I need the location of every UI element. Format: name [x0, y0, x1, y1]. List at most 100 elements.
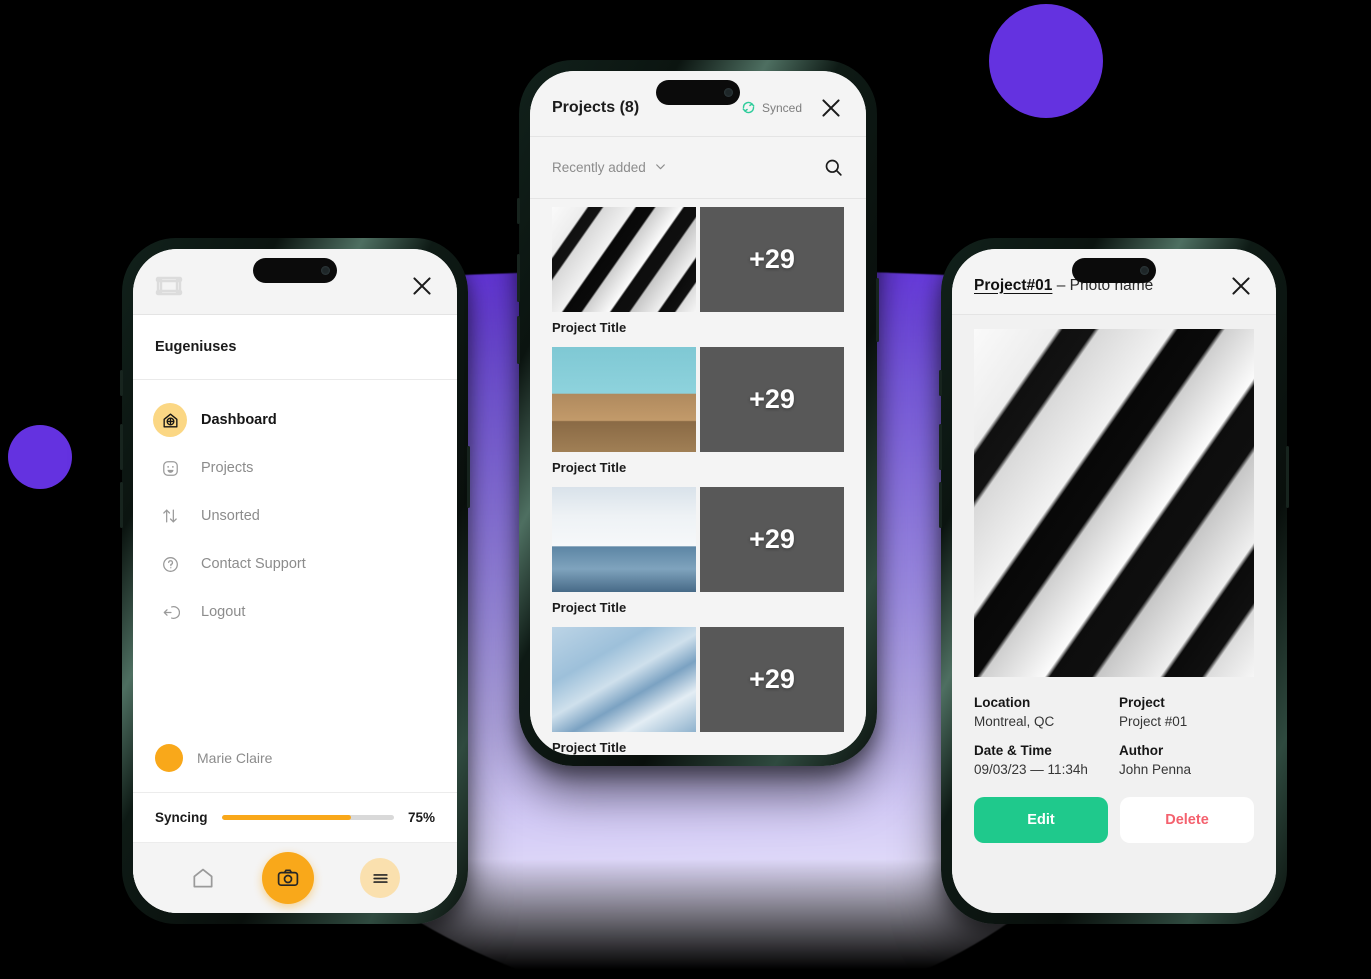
sidebar-item-label: Dashboard: [201, 412, 277, 428]
dynamic-island: [1072, 258, 1156, 283]
phone-power-button[interactable]: [1286, 446, 1289, 508]
sidebar-item-label: Projects: [201, 460, 254, 476]
sort-arrows-icon: [155, 501, 185, 531]
delete-button[interactable]: Delete: [1120, 797, 1254, 843]
phone-volume-up[interactable]: [939, 424, 942, 470]
project-overflow-count[interactable]: +29: [700, 347, 844, 452]
sort-dropdown[interactable]: Recently added: [552, 160, 667, 176]
metadata-value: Project #01: [1119, 714, 1188, 729]
phone-volume-down[interactable]: [939, 482, 942, 528]
home-icon[interactable]: [190, 865, 216, 891]
search-icon[interactable]: [823, 157, 844, 178]
phone-volume-up[interactable]: [120, 424, 123, 470]
filter-bar: Recently added: [530, 137, 866, 199]
chevron-down-icon: [654, 160, 667, 176]
phone-mute-switch[interactable]: [939, 370, 942, 396]
metadata-cell: Author John Penna: [1119, 743, 1254, 777]
project-thumbnails: +29: [552, 207, 844, 312]
metadata-key: Date & Time: [974, 743, 1052, 758]
project-ref-link[interactable]: Project#01: [974, 277, 1052, 294]
phone-mute-switch[interactable]: [120, 370, 123, 396]
phone-volume-down[interactable]: [517, 316, 520, 364]
projects-screen: Projects (8) Synced Recently added +29 P…: [530, 71, 866, 755]
project-thumbnails: +29: [552, 627, 844, 732]
user-name: Marie Claire: [197, 750, 273, 766]
drawer-body: Eugeniuses Dashboard Projects Unsorted C…: [133, 315, 457, 913]
sidebar-item-projects[interactable]: Projects: [133, 444, 457, 492]
project-thumbnail-image[interactable]: [552, 627, 696, 732]
workspace-name: Eugeniuses: [133, 315, 457, 380]
project-overflow-count[interactable]: +29: [700, 627, 844, 732]
phone-power-button[interactable]: [876, 278, 879, 342]
drawer-nav: Dashboard Projects Unsorted Contact Supp…: [133, 380, 457, 636]
projects-close-button[interactable]: [818, 95, 844, 121]
question-circle-icon: [155, 549, 185, 579]
project-card[interactable]: +29 Project Title: [552, 347, 844, 475]
sidebar-item-unsorted[interactable]: Unsorted: [133, 492, 457, 540]
project-title: Project Title: [552, 600, 627, 615]
project-thumbnail-image[interactable]: [552, 347, 696, 452]
metadata-key: Project: [1119, 695, 1165, 710]
phone-volume-down[interactable]: [120, 482, 123, 528]
sync-progress-bar: [221, 815, 394, 820]
metadata-cell: Project Project #01: [1119, 695, 1254, 729]
project-overflow-count[interactable]: +29: [700, 487, 844, 592]
phone-detail: Project#01 – Photo name Location Montreal…: [939, 238, 1289, 924]
phone-power-button[interactable]: [467, 446, 470, 508]
project-thumbnails: +29: [552, 347, 844, 452]
detail-screen: Project#01 – Photo name Location Montreal…: [952, 249, 1276, 913]
avatar: [155, 744, 183, 772]
project-overflow-count[interactable]: +29: [700, 207, 844, 312]
phone-mute-switch[interactable]: [517, 198, 520, 224]
sync-label: Syncing: [155, 810, 208, 825]
sync-status-text: Synced: [761, 100, 802, 115]
sync-status-badge: Synced: [741, 100, 802, 115]
sidebar-item-label: Logout: [201, 604, 246, 620]
frame-logo-icon: [155, 274, 183, 298]
edit-button[interactable]: Edit: [974, 797, 1108, 843]
showcase-stage: Eugeniuses Dashboard Projects Unsorted C…: [0, 0, 1371, 979]
project-card[interactable]: +29 Project Title: [552, 627, 844, 755]
drawer-spacer: [133, 636, 457, 728]
phone-projects: Projects (8) Synced Recently added +29 P…: [517, 60, 879, 766]
metadata-key: Author: [1119, 743, 1164, 758]
metadata-value: 09/03/23 — 11:34h: [974, 762, 1088, 777]
detail-actions: Edit Delete: [974, 797, 1254, 843]
sidebar-item-dashboard[interactable]: Dashboard: [133, 396, 457, 444]
project-thumbnail-image[interactable]: [552, 487, 696, 592]
project-thumbnails: +29: [552, 487, 844, 592]
project-title: Project Title: [552, 320, 627, 335]
refresh-icon: [741, 100, 756, 115]
purple-circle-left: [8, 425, 72, 489]
metadata-value: Montreal, QC: [974, 714, 1055, 729]
projects-list[interactable]: +29 Project Title +29 Project Title +29 Proje…: [530, 199, 866, 755]
hamburger-menu-icon[interactable]: [360, 858, 400, 898]
detail-body: Location Montreal, QC Project Project #01 Da…: [952, 315, 1276, 913]
dashboard-home-icon: [153, 403, 187, 437]
metadata-key: Location: [974, 695, 1031, 710]
metadata-grid: Location Montreal, QC Project Project #01 Da…: [974, 695, 1254, 777]
sync-status-row: Syncing 75%: [133, 793, 457, 843]
dynamic-island: [253, 258, 337, 283]
project-card[interactable]: +29 Project Title: [552, 207, 844, 335]
project-title: Project Title: [552, 460, 627, 475]
smiley-projects-icon: [155, 453, 185, 483]
phone-volume-up[interactable]: [517, 254, 520, 302]
detail-close-button[interactable]: [1228, 273, 1254, 299]
drawer-close-button[interactable]: [409, 273, 435, 299]
purple-circle-top-right: [989, 4, 1103, 118]
project-title: Project Title: [552, 740, 627, 755]
sidebar-item-label: Unsorted: [201, 508, 260, 524]
photo-preview[interactable]: [974, 329, 1254, 677]
metadata-cell: Location Montreal, QC: [974, 695, 1109, 729]
project-thumbnail-image[interactable]: [552, 207, 696, 312]
sort-value: Recently added: [552, 160, 646, 175]
title-separator: –: [1052, 276, 1070, 294]
bottom-tabbar: [133, 843, 457, 913]
sidebar-item-contact-support[interactable]: Contact Support: [133, 540, 457, 588]
user-row[interactable]: Marie Claire: [133, 728, 457, 793]
sync-percent: 75%: [407, 810, 435, 825]
sidebar-item-logout[interactable]: Logout: [133, 588, 457, 636]
camera-icon[interactable]: [262, 852, 314, 904]
project-card[interactable]: +29 Project Title: [552, 487, 844, 615]
